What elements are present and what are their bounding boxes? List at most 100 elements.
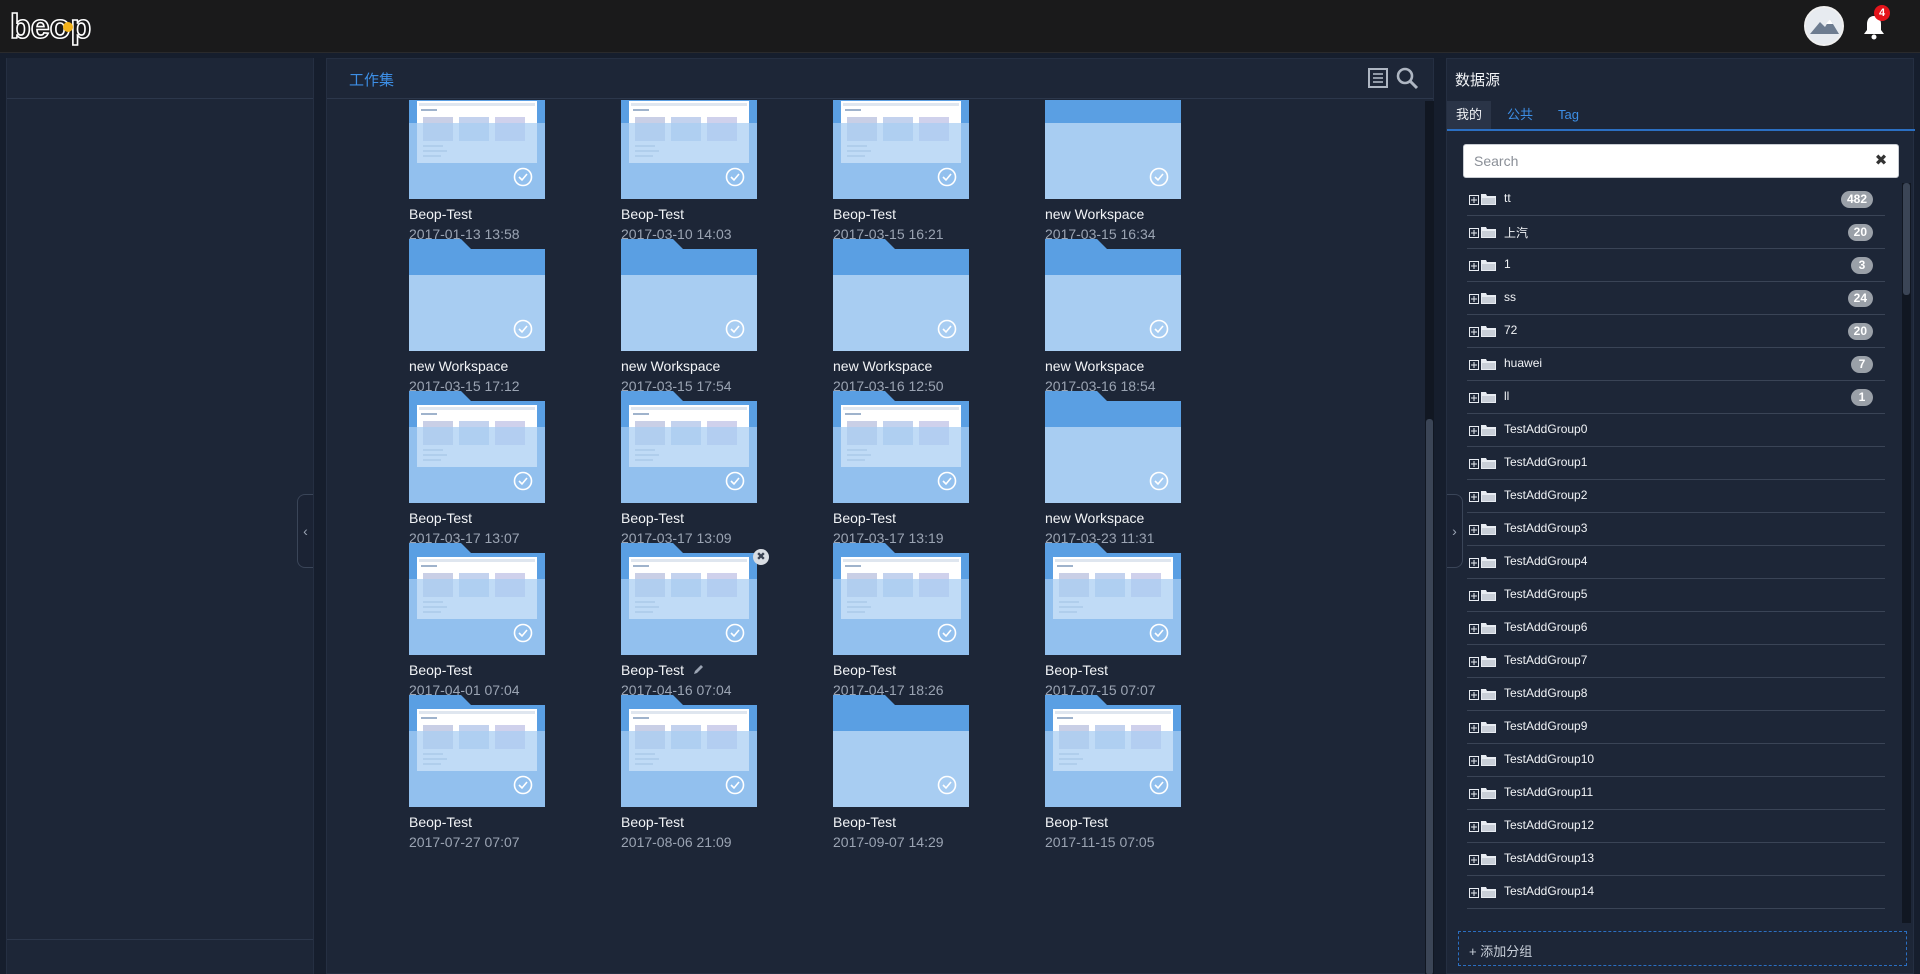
expand-icon[interactable] xyxy=(1469,393,1479,403)
workspace-tile[interactable]: Beop-Test 2017-03-17 13:19 xyxy=(833,391,1013,551)
datasource-group-row[interactable]: 72 20 xyxy=(1467,315,1885,348)
workspace-name: Beop-Test xyxy=(1045,662,1108,678)
expand-icon[interactable] xyxy=(1469,558,1479,568)
datasource-group-row[interactable]: 上汽 20 xyxy=(1467,216,1885,249)
datasource-group-row[interactable]: huawei 7 xyxy=(1467,348,1885,381)
workspace-tile[interactable]: Beop-Test 2017-03-17 13:09 xyxy=(621,391,801,551)
chevron-right-icon: › xyxy=(1452,523,1457,539)
expand-icon[interactable] xyxy=(1469,888,1479,898)
datasource-group-row[interactable]: TestAddGroup8 xyxy=(1467,678,1885,711)
datasource-group-row[interactable]: TestAddGroup12 xyxy=(1467,810,1885,843)
datasource-group-row[interactable]: TestAddGroup14 xyxy=(1467,876,1885,909)
collapse-right-panel-button[interactable]: › xyxy=(1447,494,1463,568)
expand-icon[interactable] xyxy=(1469,789,1479,799)
folder-icon xyxy=(409,391,545,503)
datasource-group-row[interactable]: TestAddGroup2 xyxy=(1467,480,1885,513)
workspace-name-text: new Workspace xyxy=(409,358,509,374)
datasource-group-row[interactable]: TestAddGroup9 xyxy=(1467,711,1885,744)
expand-icon[interactable] xyxy=(1469,591,1479,601)
datasource-scrollbar-thumb[interactable] xyxy=(1903,183,1910,295)
datasource-group-row[interactable]: TestAddGroup10 xyxy=(1467,744,1885,777)
workspace-tile[interactable]: new Workspace 2017-03-15 16:34 xyxy=(1045,100,1225,247)
tab-mine[interactable]: 我的 xyxy=(1447,101,1492,129)
beop-logo[interactable]: beop xyxy=(10,6,110,46)
expand-icon[interactable] xyxy=(1469,525,1479,535)
clear-search-icon[interactable]: ✖ xyxy=(1872,152,1890,170)
workspace-grid: Beop-Test 2017-01-13 13:58 Beop-Test 2017-0… xyxy=(327,100,1423,974)
workspace-tile[interactable]: Beop-Test 2017-07-15 07:07 xyxy=(1045,543,1225,703)
datasource-group-row[interactable]: TestAddGroup13 xyxy=(1467,843,1885,876)
workspace-tile[interactable]: Beop-Test 2017-04-01 07:04 xyxy=(409,543,589,703)
tab-tag[interactable]: Tag xyxy=(1549,101,1588,129)
workspace-tile[interactable]: Beop-Test 2017-11-15 07:05 xyxy=(1045,695,1225,855)
user-avatar[interactable] xyxy=(1804,6,1844,46)
workspace-name-text: Beop-Test xyxy=(1045,662,1109,678)
workspace-name-text: Beop-Test xyxy=(409,662,473,678)
workspace-name-text: Beop-Test xyxy=(409,206,473,222)
expand-icon[interactable] xyxy=(1469,228,1479,238)
datasource-group-row[interactable]: TestAddGroup6 xyxy=(1467,612,1885,645)
workspace-scrollbar-thumb[interactable] xyxy=(1426,419,1433,974)
datasource-group-row[interactable]: ll 1 xyxy=(1467,381,1885,414)
folder-icon xyxy=(621,239,757,351)
workspace-tile[interactable]: ✖ Beop-Test 2017-04-16 07:04 xyxy=(621,543,801,703)
datasource-group-row[interactable]: TestAddGroup3 xyxy=(1467,513,1885,546)
workspace-tile[interactable]: Beop-Test 2017-03-15 16:21 xyxy=(833,100,1013,247)
list-view-icon[interactable] xyxy=(1367,67,1389,89)
delete-workspace-icon[interactable]: ✖ xyxy=(753,549,769,565)
pencil-icon[interactable] xyxy=(692,664,704,676)
workspace-tile[interactable]: Beop-Test 2017-08-06 21:09 xyxy=(621,695,801,855)
expand-icon[interactable] xyxy=(1469,624,1479,634)
workspace-name-text: Beop-Test xyxy=(621,510,685,526)
workspace-tile[interactable]: new Workspace 2017-03-16 12:50 xyxy=(833,239,1013,399)
tab-public[interactable]: 公共 xyxy=(1498,101,1542,129)
expand-icon[interactable] xyxy=(1469,294,1479,304)
workspace-name: new Workspace xyxy=(1045,510,1144,526)
expand-icon[interactable] xyxy=(1469,459,1479,469)
expand-icon[interactable] xyxy=(1469,855,1479,865)
workspace-tile[interactable]: new Workspace 2017-03-15 17:54 xyxy=(621,239,801,399)
datasource-group-row[interactable]: TestAddGroup7 xyxy=(1467,645,1885,678)
workspace-tile[interactable]: new Workspace 2017-03-16 18:54 xyxy=(1045,239,1225,399)
datasource-group-row[interactable]: 13 xyxy=(1467,249,1885,282)
workspace-name-text: Beop-Test xyxy=(621,662,685,678)
expand-icon[interactable] xyxy=(1469,657,1479,667)
expand-icon[interactable] xyxy=(1469,360,1479,370)
workspace-tile[interactable]: Beop-Test 2017-07-27 07:07 xyxy=(409,695,589,855)
datasource-group-row[interactable]: tt 482 xyxy=(1467,183,1885,216)
workspace-tile[interactable]: Beop-Test 2017-04-17 18:26 xyxy=(833,543,1013,703)
datasource-group-row[interactable]: TestAddGroup4 xyxy=(1467,546,1885,579)
datasource-group-row[interactable]: TestAddGroup1 xyxy=(1467,447,1885,480)
workspace-tile[interactable]: Beop-Test 2017-03-17 13:07 xyxy=(409,391,589,551)
expand-icon[interactable] xyxy=(1469,690,1479,700)
workspace-name-text: Beop-Test xyxy=(621,814,685,830)
datasource-group-count: 482 xyxy=(1840,191,1873,208)
workspace-tile[interactable]: new Workspace 2017-03-23 11:31 xyxy=(1045,391,1225,551)
expand-icon[interactable] xyxy=(1469,195,1479,205)
workspace-tile[interactable]: Beop-Test 2017-09-07 14:29 xyxy=(833,695,1013,855)
folder-icon xyxy=(833,543,969,655)
expand-icon[interactable] xyxy=(1469,327,1479,337)
datasource-group-label: huawei xyxy=(1504,356,1543,370)
folder-icon xyxy=(1481,656,1496,667)
datasource-group-row[interactable]: TestAddGroup5 xyxy=(1467,579,1885,612)
collapse-left-panel-button[interactable]: ‹ xyxy=(297,494,313,568)
expand-icon[interactable] xyxy=(1469,426,1479,436)
expand-icon[interactable] xyxy=(1469,756,1479,766)
expand-icon[interactable] xyxy=(1469,723,1479,733)
datasource-group-row[interactable]: TestAddGroup0 xyxy=(1467,414,1885,447)
folder-icon xyxy=(621,543,757,655)
workspace-tile[interactable]: Beop-Test 2017-03-10 14:03 xyxy=(621,100,801,247)
add-group-button[interactable]: + 添加分组 xyxy=(1458,931,1907,966)
workspace-tile[interactable]: new Workspace 2017-03-15 17:12 xyxy=(409,239,589,399)
expand-icon[interactable] xyxy=(1469,261,1479,271)
workspace-tile[interactable]: Beop-Test 2017-01-13 13:58 xyxy=(409,100,589,247)
search-icon[interactable] xyxy=(1395,66,1419,90)
datasource-group-row[interactable]: TestAddGroup11 xyxy=(1467,777,1885,810)
datasource-group-label: TestAddGroup0 xyxy=(1504,422,1588,436)
datasource-group-row[interactable]: ss 24 xyxy=(1467,282,1885,315)
expand-icon[interactable] xyxy=(1469,822,1479,832)
workspace-name: Beop-Test xyxy=(621,662,704,678)
expand-icon[interactable] xyxy=(1469,492,1479,502)
datasource-search-input[interactable] xyxy=(1474,145,1864,177)
